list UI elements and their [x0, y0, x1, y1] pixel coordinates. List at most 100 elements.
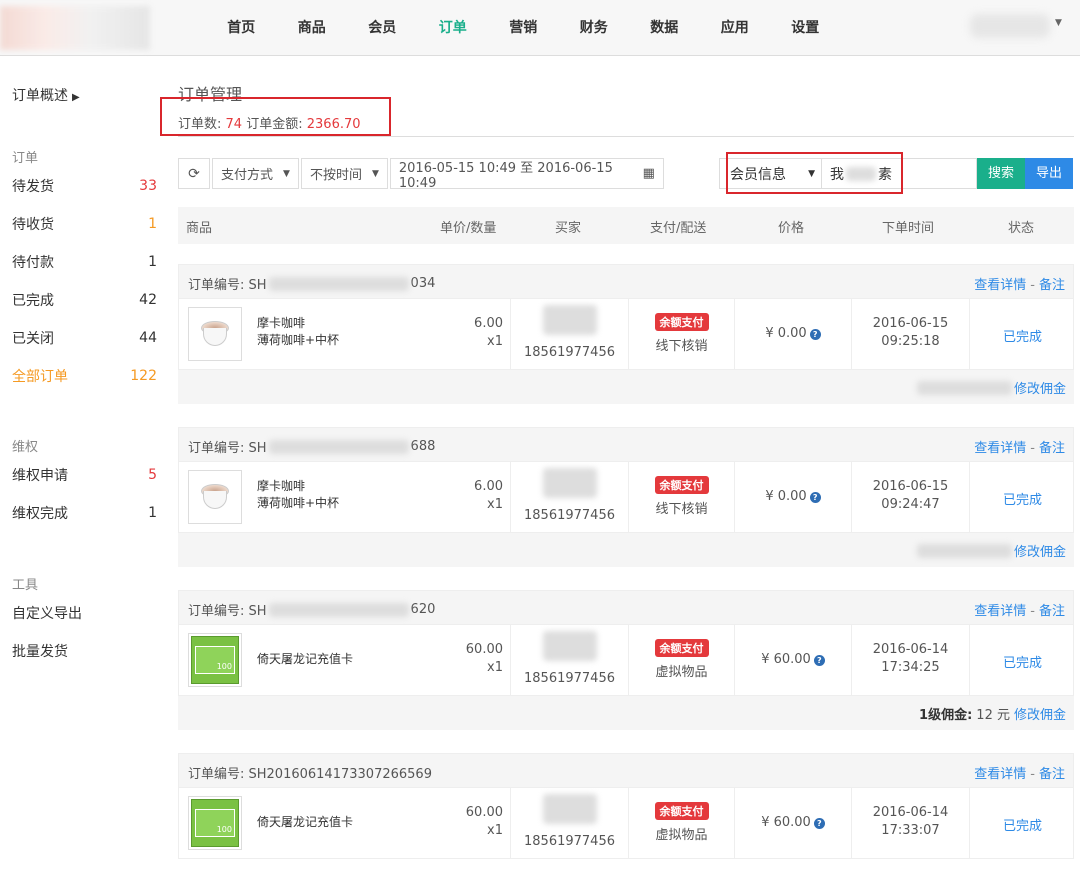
sidebar-item-label: 全部订单 — [12, 369, 68, 385]
product-name[interactable]: 摩卡咖啡 薄荷咖啡+中杯 — [257, 478, 339, 512]
sidebar-item[interactable]: 维权申请 5 — [12, 456, 157, 494]
nav-item-8[interactable]: 设置 — [770, 0, 841, 56]
sidebar-item[interactable]: 待付款 1 — [12, 243, 157, 281]
refresh-button[interactable]: ⟳ — [178, 158, 210, 189]
buyer-info[interactable]: 18561977456 — [511, 631, 628, 686]
separator: - — [1030, 767, 1035, 782]
product-image[interactable] — [188, 470, 242, 524]
sidebar-item[interactable]: 自定义导出 — [12, 594, 157, 632]
blurred-buyer-name — [542, 468, 597, 498]
order-actions: 查看详情 - 备注 — [974, 600, 1065, 619]
edit-commission-link[interactable]: 修改佣金 — [1014, 378, 1066, 397]
delivery-method: 线下核销 — [655, 502, 708, 517]
order-price: ¥ 60.00? — [735, 652, 851, 667]
nav-item-2[interactable]: 会员 — [347, 0, 418, 56]
price-amount: ¥ 0.00 — [765, 489, 807, 504]
sidebar-item[interactable]: 全部订单 122 — [12, 357, 157, 395]
product-name[interactable]: 摩卡咖啡薄荷咖啡+中杯 — [257, 315, 339, 349]
nav-item-7[interactable]: 应用 — [700, 0, 771, 56]
pay-method-select[interactable]: 支付方式 ▼ — [212, 158, 299, 189]
main-nav: 首页 商品 会员 订单 营销 财务 数据 应用 设置 — [206, 0, 841, 56]
refresh-icon: ⟳ — [188, 165, 200, 182]
payment-info: 余额支付 线下核销 — [629, 313, 734, 354]
question-icon[interactable]: ? — [813, 655, 825, 666]
sidebar-item[interactable]: 已完成 42 — [12, 281, 157, 319]
sidebar-item[interactable]: 待发货 33 — [12, 167, 157, 205]
sidebar-item-label: 待发货 — [12, 179, 54, 195]
commission-value: 12 元 — [976, 708, 1010, 723]
order-card: 订单编号: SH 620 查看详情 - 备注 100 倚天屠龙记充值卡 60.00 x1 1856… — [178, 590, 1074, 730]
recharge-card-image: 100 — [191, 636, 239, 684]
nav-item-5[interactable]: 财务 — [559, 0, 630, 56]
nav-item-6[interactable]: 数据 — [629, 0, 700, 56]
product-image[interactable]: 100 — [188, 633, 242, 687]
brand-logo[interactable] — [0, 6, 150, 50]
product-name[interactable]: 倚天屠龙记充值卡 — [257, 651, 353, 668]
buyer-info[interactable]: 18561977456 — [511, 305, 628, 360]
caret-down-icon[interactable]: ▼ — [1055, 18, 1062, 28]
product-title: 摩卡咖啡 — [257, 316, 306, 330]
sidebar-group-title: 订单 — [12, 151, 39, 166]
sidebar-item[interactable]: 批量发货 — [12, 632, 157, 670]
view-detail-link[interactable]: 查看详情 — [974, 604, 1026, 619]
edit-commission-link[interactable]: 修改佣金 — [1014, 541, 1066, 560]
time-mode-select[interactable]: 不按时间 ▼ — [300, 158, 388, 189]
order-status[interactable]: 已完成 — [970, 489, 1075, 508]
date-range-input[interactable]: 2016-05-15 10:49 至 2016-06-15 10:49 ▦ — [389, 158, 664, 191]
table-header: 商品 单价/数量 买家 支付/配送 价格 下单时间 状态 — [178, 207, 1074, 244]
order-actions: 查看详情 - 备注 — [974, 274, 1065, 293]
order-status[interactable]: 已完成 — [970, 815, 1075, 834]
product-image[interactable] — [188, 307, 242, 361]
order-price: ¥ 0.00? — [735, 489, 851, 504]
sidebar-item[interactable]: 待收货 1 — [12, 205, 157, 243]
buyer-info[interactable]: 18561977456 — [511, 468, 628, 523]
card-face: 100 — [195, 646, 235, 674]
order-actions: 查看详情 - 备注 — [974, 763, 1065, 782]
question-icon[interactable]: ? — [809, 492, 821, 503]
edit-commission-link[interactable]: 修改佣金 — [1014, 704, 1066, 723]
price-amount: ¥ 60.00 — [761, 652, 811, 667]
order-clock: 09:25:18 — [881, 334, 940, 349]
commission-info: 1级佣金: 12 元修改佣金 — [919, 704, 1066, 723]
price-value: 60.00 — [465, 642, 503, 657]
sidebar-overview[interactable]: 订单概述 ▶ — [12, 85, 80, 105]
order-footer: 1级佣金: 12 元修改佣金 — [178, 696, 1074, 730]
question-icon[interactable]: ? — [809, 329, 821, 340]
note-link[interactable]: 备注 — [1039, 278, 1065, 293]
column-header: 下单时间 — [882, 221, 935, 236]
sidebar-item-count: 5 — [148, 467, 157, 483]
order-clock: 17:34:25 — [881, 660, 940, 675]
blurred-buyer-name — [542, 305, 597, 335]
payment-info: 余额支付 线下核销 — [629, 476, 734, 517]
export-button[interactable]: 导出 — [1025, 158, 1073, 189]
sidebar-item[interactable]: 维权完成 1 — [12, 494, 157, 532]
note-link[interactable]: 备注 — [1039, 767, 1065, 782]
order-clock: 17:33:07 — [881, 823, 940, 838]
nav-item-4[interactable]: 营销 — [488, 0, 559, 56]
order-number-suffix: 034 — [410, 276, 436, 291]
note-link[interactable]: 备注 — [1039, 604, 1065, 619]
nav-item-0[interactable]: 首页 — [206, 0, 277, 56]
search-button[interactable]: 搜索 — [977, 158, 1025, 189]
order-card: 订单编号: SH20160614173307266569 查看详情 - 备注 100 倚天… — [178, 753, 1074, 893]
product-image[interactable]: 100 — [188, 796, 242, 850]
question-icon[interactable]: ? — [813, 818, 825, 829]
column-header: 商品 — [186, 221, 213, 236]
view-detail-link[interactable]: 查看详情 — [974, 441, 1026, 456]
product-spec: 薄荷咖啡+中杯 — [257, 333, 340, 347]
view-detail-link[interactable]: 查看详情 — [974, 767, 1026, 782]
buyer-info[interactable]: 18561977456 — [511, 794, 628, 849]
view-detail-link[interactable]: 查看详情 — [974, 278, 1026, 293]
sidebar-item[interactable]: 已关闭 44 — [12, 319, 157, 357]
note-link[interactable]: 备注 — [1039, 441, 1065, 456]
sidebar-item-count: 33 — [139, 178, 157, 194]
sidebar-item-label: 待付款 — [12, 255, 54, 271]
order-time: 2016-06-14 17:34:25 — [852, 641, 969, 677]
product-name[interactable]: 倚天屠龙记充值卡 — [257, 814, 353, 831]
order-status[interactable]: 已完成 — [970, 326, 1075, 345]
order-status[interactable]: 已完成 — [970, 652, 1075, 671]
user-menu[interactable] — [970, 14, 1050, 38]
nav-item-1[interactable]: 商品 — [277, 0, 348, 56]
sidebar-item-count: 1 — [148, 254, 157, 270]
nav-item-3[interactable]: 订单 — [418, 0, 489, 56]
